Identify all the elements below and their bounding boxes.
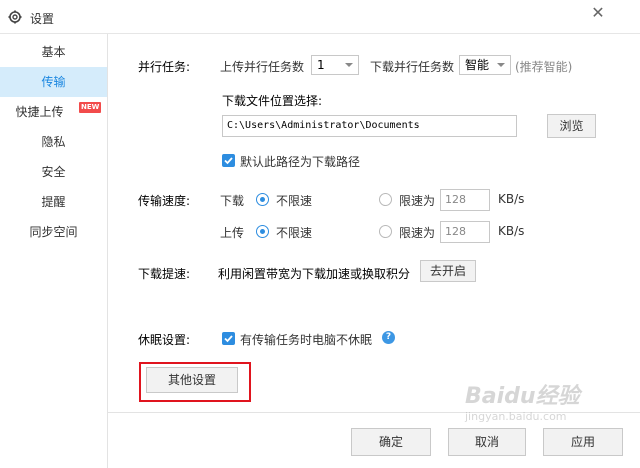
sidebar-item-security[interactable]: 安全: [0, 157, 107, 187]
sidebar-item-label: 快捷上传: [15, 105, 64, 119]
title-bar: 设置 ✕: [0, 0, 640, 34]
upload-unlimited-label: 不限速: [276, 226, 313, 240]
accelerate-description: 利用闲置带宽为下载加速或换取积分: [218, 267, 411, 281]
sidebar: 基本 传输 快捷上传 NEW 隐私 安全 提醒 同步空间: [0, 34, 108, 468]
download-limit-radio[interactable]: [379, 193, 392, 206]
sidebar-item-privacy[interactable]: 隐私: [0, 127, 107, 157]
browse-button[interactable]: 浏览: [547, 114, 596, 138]
sidebar-item-basic[interactable]: 基本: [0, 37, 107, 67]
upload-limit-radio[interactable]: [379, 225, 392, 238]
sleep-settings-label: 休眠设置:: [138, 333, 191, 347]
chevron-down-icon: [497, 63, 505, 67]
upload-parallel-value: 1: [317, 58, 325, 72]
upload-unlimited-radio[interactable]: [256, 225, 269, 238]
download-parallel-select[interactable]: 智能: [459, 55, 511, 75]
download-speed-label: 下载: [220, 194, 245, 208]
new-badge: NEW: [79, 102, 102, 113]
sidebar-item-reminder[interactable]: 提醒: [0, 187, 107, 217]
prevent-sleep-checkbox[interactable]: [222, 332, 235, 345]
download-limit-label: 限速为: [399, 194, 436, 208]
download-path-field[interactable]: C:\Users\Administrator\Documents: [222, 115, 517, 137]
upload-limit-input[interactable]: 128: [440, 221, 490, 243]
close-icon[interactable]: ✕: [584, 2, 612, 24]
check-icon: [224, 157, 233, 165]
window-title: 设置: [30, 12, 55, 26]
chevron-down-icon: [345, 63, 353, 67]
upload-speed-label: 上传: [220, 226, 245, 240]
sidebar-item-sync-space[interactable]: 同步空间: [0, 217, 107, 247]
cancel-button[interactable]: 取消: [448, 428, 526, 456]
download-limit-unit: KB/s: [498, 192, 525, 206]
help-icon[interactable]: ?: [382, 331, 395, 344]
download-parallel-label: 下载并行任务数: [370, 60, 455, 74]
other-settings-button[interactable]: 其他设置: [146, 367, 238, 393]
enable-acceleration-button[interactable]: 去开启: [420, 260, 476, 282]
download-location-label: 下载文件位置选择:: [222, 94, 323, 108]
upload-limit-unit: KB/s: [498, 224, 525, 238]
prevent-sleep-label: 有传输任务时电脑不休眠: [240, 333, 373, 347]
check-icon: [224, 335, 233, 343]
download-parallel-value: 智能: [465, 58, 490, 72]
transfer-settings-panel: 并行任务: 上传并行任务数 1 下载并行任务数 智能 (推荐智能) 下载文件位置…: [108, 34, 640, 468]
parallel-tasks-label: 并行任务:: [138, 60, 191, 74]
default-path-label: 默认此路径为下载路径: [240, 155, 361, 169]
accelerate-label: 下载提速:: [138, 267, 191, 281]
download-unlimited-radio[interactable]: [256, 193, 269, 206]
transfer-speed-label: 传输速度:: [138, 194, 191, 208]
footer-divider: [108, 412, 640, 413]
upload-limit-label: 限速为: [399, 226, 436, 240]
default-path-checkbox[interactable]: [222, 154, 235, 167]
upload-parallel-label: 上传并行任务数: [220, 60, 305, 74]
upload-parallel-select[interactable]: 1: [311, 55, 359, 75]
sidebar-item-transfer[interactable]: 传输: [0, 67, 107, 97]
ok-button[interactable]: 确定: [351, 428, 431, 456]
download-unlimited-label: 不限速: [276, 194, 313, 208]
parallel-hint: (推荐智能): [515, 60, 573, 74]
apply-button[interactable]: 应用: [543, 428, 623, 456]
gear-icon: [8, 10, 22, 24]
download-limit-input[interactable]: 128: [440, 189, 490, 211]
